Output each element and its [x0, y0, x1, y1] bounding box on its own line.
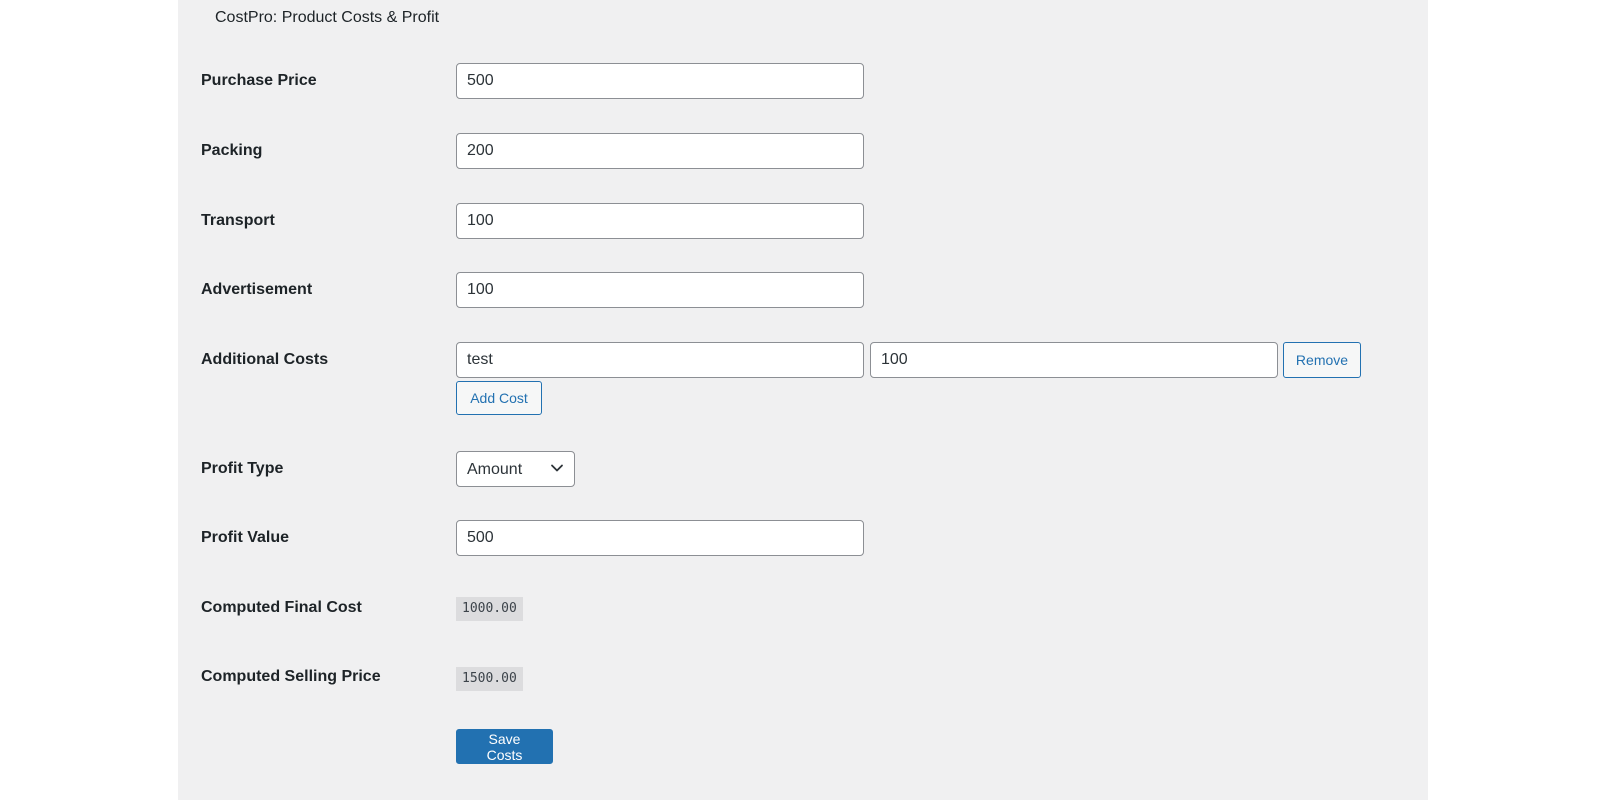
profit-type-selected-value: Amount — [467, 461, 523, 478]
profit-type-label: Profit Type — [201, 460, 284, 477]
purchase-price-input[interactable] — [456, 63, 864, 99]
additional-cost-name-input[interactable] — [456, 342, 864, 378]
transport-label: Transport — [201, 212, 275, 229]
profit-value-label: Profit Value — [201, 529, 290, 546]
additional-costs-label: Additional Costs — [201, 351, 329, 368]
add-cost-button[interactable]: Add Cost — [456, 381, 542, 415]
remove-cost-button[interactable]: Remove — [1283, 342, 1361, 378]
advertisement-input[interactable] — [456, 272, 864, 308]
advertisement-label: Advertisement — [201, 281, 313, 298]
computed-selling-price-value: 1500.00 — [456, 667, 523, 691]
transport-input[interactable] — [456, 203, 864, 239]
computed-final-cost-value: 1000.00 — [456, 597, 523, 621]
chevron-down-icon — [551, 464, 563, 472]
computed-selling-price-label: Computed Selling Price — [201, 668, 381, 685]
save-costs-button[interactable]: Save Costs — [456, 729, 553, 764]
packing-label: Packing — [201, 142, 263, 159]
panel-title: CostPro: Product Costs & Profit — [215, 9, 440, 26]
profit-value-input[interactable] — [456, 520, 864, 556]
packing-input[interactable] — [456, 133, 864, 169]
additional-cost-amount-input[interactable] — [870, 342, 1278, 378]
profit-type-select[interactable]: Amount — [456, 451, 575, 487]
computed-final-cost-label: Computed Final Cost — [201, 599, 362, 616]
purchase-price-label: Purchase Price — [201, 72, 317, 89]
cost-settings-panel: CostPro: Product Costs & Profit Purchase… — [178, 0, 1428, 800]
